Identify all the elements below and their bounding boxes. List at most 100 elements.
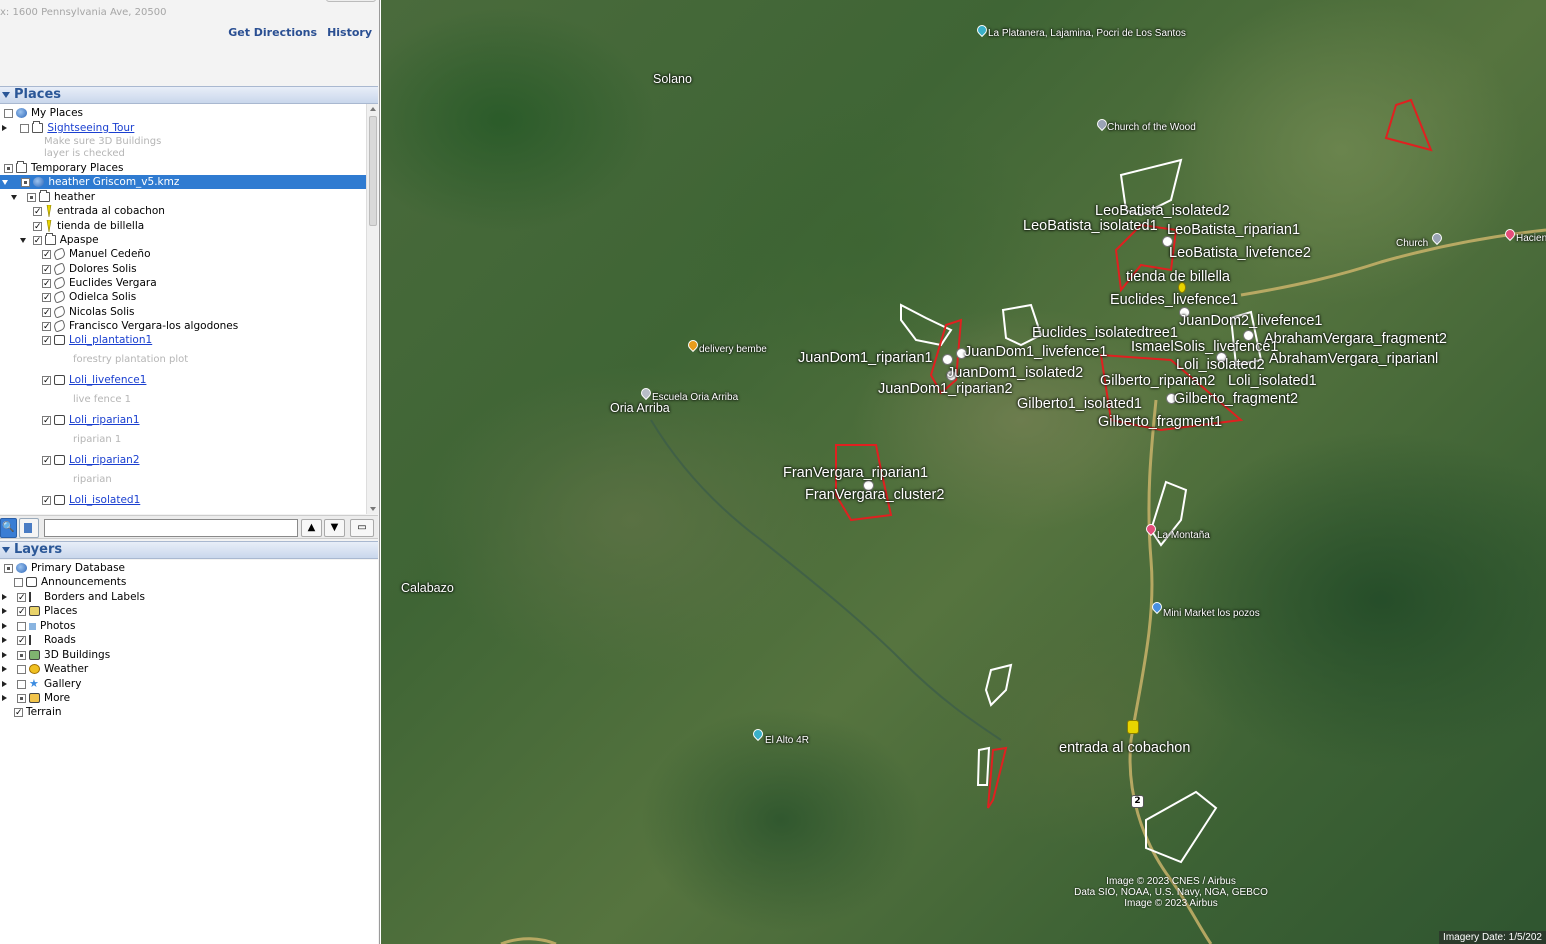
poi-label[interactable]: delivery bembe — [699, 344, 767, 355]
placemark-label[interactable]: FranVergara_cluster2 — [805, 487, 944, 503]
scroll-up-icon[interactable] — [370, 107, 376, 111]
expand-icon[interactable] — [2, 695, 7, 701]
placemark-label[interactable]: JuanDom1_livefence1 — [964, 344, 1107, 360]
poi-label[interactable]: Mini Market los pozos — [1163, 608, 1260, 619]
tree-item-kmz-file[interactable]: heather Griscom_v5.kmz — [0, 175, 366, 189]
placemark-label[interactable]: Gilberto_fragment1 — [1098, 414, 1222, 430]
toggle-view-button[interactable] — [19, 518, 39, 538]
tree-item-polygon[interactable]: Loli_livefence1 — [42, 373, 146, 387]
tree-item-polygon[interactable]: Loli_riparian2 — [42, 453, 140, 467]
layers-panel-header[interactable]: Layers — [0, 541, 378, 559]
poi-label[interactable]: Escuela Oria Arriba — [652, 392, 738, 403]
checkbox[interactable] — [17, 679, 27, 689]
layer-item-gallery[interactable]: ★ Gallery — [2, 677, 81, 691]
checkbox[interactable] — [42, 292, 51, 302]
checkbox[interactable] — [42, 278, 51, 288]
tree-item-placemark[interactable]: tienda de billella — [33, 219, 144, 233]
checkbox[interactable] — [17, 606, 27, 616]
expand-icon[interactable] — [2, 125, 7, 131]
layer-item-weather[interactable]: Weather — [2, 662, 88, 676]
checkbox[interactable] — [14, 577, 23, 587]
placemark-label[interactable]: Gilberto_riparian2 — [1100, 373, 1215, 389]
checkbox[interactable] — [17, 693, 27, 703]
checkbox[interactable] — [32, 235, 42, 245]
places-filter-input[interactable] — [44, 519, 298, 537]
placemark-label[interactable]: FranVergara_riparian1 — [783, 465, 928, 481]
poi-label[interactable]: El Alto 4R — [765, 735, 809, 746]
layer-item-roads[interactable]: Roads — [2, 633, 76, 647]
tree-item-placemark[interactable]: entrada al cobachon — [33, 204, 165, 218]
scroll-down-icon[interactable] — [370, 507, 376, 511]
expand-icon[interactable] — [2, 594, 7, 600]
checkbox[interactable] — [17, 592, 27, 602]
expand-icon[interactable] — [2, 637, 7, 643]
tree-item-sightseeing-tour[interactable]: Sightseeing Tour — [2, 121, 134, 135]
placemark-label[interactable]: JuanDom1_riparian1 — [798, 350, 933, 366]
get-directions-link[interactable]: Get Directions — [228, 26, 317, 39]
tree-item-polygon[interactable]: Dolores Solis — [42, 262, 137, 276]
checkbox[interactable] — [14, 707, 23, 717]
checkbox[interactable] — [42, 455, 51, 465]
collapse-icon[interactable] — [20, 237, 26, 243]
layer-item-primary-database[interactable]: Primary Database — [4, 561, 125, 575]
tree-item-label[interactable]: Loli_riparian2 — [69, 454, 140, 466]
checkbox[interactable] — [4, 563, 13, 573]
placemark-label[interactable]: JuanDom1_isolated2 — [947, 365, 1083, 381]
placemark-label[interactable]: JuanDom1_riparian2 — [878, 381, 1013, 397]
yellow-pushpin-icon[interactable] — [1127, 720, 1139, 734]
tree-item-polygon[interactable]: Loli_plantation1 — [42, 333, 152, 347]
collapse-icon[interactable] — [2, 179, 8, 185]
placemark-label[interactable]: AbrahamVergara_riparianl — [1269, 351, 1438, 367]
checkbox[interactable] — [42, 375, 51, 385]
checkbox[interactable] — [42, 335, 51, 345]
layer-item-terrain[interactable]: Terrain — [14, 705, 62, 719]
collapse-icon[interactable] — [11, 194, 17, 200]
placemark-label[interactable]: Gilberto1_isolated1 — [1017, 396, 1142, 412]
poi-label[interactable]: Church of the Wood — [1107, 122, 1196, 133]
checkbox[interactable] — [33, 221, 42, 231]
expand-icon[interactable] — [2, 681, 7, 687]
search-button[interactable] — [326, 0, 376, 2]
layer-item-more[interactable]: More — [2, 691, 70, 705]
placemark-label[interactable]: tienda de billella — [1126, 269, 1230, 285]
tree-item-label[interactable]: Loli_isolated1 — [69, 494, 140, 506]
expand-icon[interactable] — [2, 623, 7, 629]
expand-icon[interactable] — [2, 652, 7, 658]
places-scrollbar[interactable] — [366, 104, 378, 514]
checkbox[interactable] — [17, 621, 27, 631]
expand-icon[interactable] — [2, 608, 7, 614]
tree-item-label[interactable]: Loli_riparian1 — [69, 414, 140, 426]
checkbox[interactable] — [21, 177, 31, 187]
tree-item-apaspe[interactable]: Apaspe — [20, 233, 99, 247]
placemark-label[interactable]: entrada al cobachon — [1059, 740, 1190, 756]
map-view[interactable]: Solano Calabazo Oria Arriba La Platanera… — [381, 0, 1546, 944]
checkbox[interactable] — [42, 264, 51, 274]
placemark-label[interactable]: AbrahamVergara_fragment2 — [1264, 331, 1447, 347]
placemark-label[interactable]: Loli_isolated2 — [1176, 357, 1265, 373]
tree-item-temporary-places[interactable]: Temporary Places — [4, 161, 123, 175]
add-folder-button[interactable]: ▭ — [350, 519, 374, 537]
layer-item-announcements[interactable]: Announcements — [14, 575, 126, 589]
placemark-label[interactable]: LeoBatista_isolated2 — [1095, 203, 1230, 219]
placemark-label[interactable]: LeoBatista_isolated1 — [1023, 218, 1158, 234]
poi-label[interactable]: Hacien — [1516, 233, 1546, 244]
history-link[interactable]: History — [327, 26, 372, 39]
tree-item-polygon[interactable]: Nicolas Solis — [42, 305, 135, 319]
poi-label[interactable]: La Montaña — [1157, 530, 1210, 541]
placemark-label[interactable]: LeoBatista_riparian1 — [1167, 222, 1300, 238]
tree-item-polygon[interactable]: Manuel Cedeño — [42, 247, 151, 261]
layer-item-borders[interactable]: Borders and Labels — [2, 590, 145, 604]
checkbox[interactable] — [42, 307, 51, 317]
checkbox[interactable] — [20, 123, 30, 133]
checkbox[interactable] — [17, 635, 27, 645]
tree-item-polygon[interactable]: Loli_riparian1 — [42, 413, 140, 427]
move-down-button[interactable]: ▼ — [324, 519, 345, 537]
poi-label[interactable]: La Platanera, Lajamina, Pocri de Los San… — [988, 28, 1186, 39]
checkbox[interactable] — [42, 495, 51, 505]
placemark-label[interactable]: Gilberto_fragment2 — [1174, 391, 1298, 407]
tree-item-polygon[interactable]: Francisco Vergara-los algodones — [42, 319, 238, 333]
tree-item-label[interactable]: Loli_livefence1 — [69, 374, 146, 386]
placemark-pin[interactable] — [942, 354, 953, 365]
layer-item-photos[interactable]: Photos — [2, 619, 75, 633]
tree-item-my-places[interactable]: My Places — [4, 106, 83, 120]
